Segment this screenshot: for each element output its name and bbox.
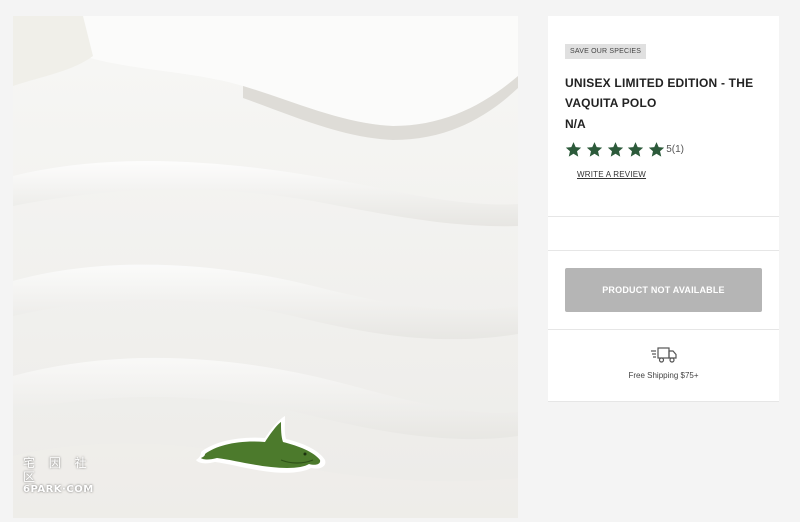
- star-icon: [649, 142, 665, 157]
- write-review-link[interactable]: WRITE A REVIEW: [577, 170, 646, 179]
- rating-stars: [565, 141, 666, 158]
- product-title-line-1: UNISEX LIMITED EDITION - THE: [565, 76, 754, 90]
- vaquita-logo-icon: [196, 416, 326, 473]
- watermark-chinese: 宅 因 社 区: [23, 456, 92, 484]
- product-price: N/A: [565, 117, 586, 131]
- watermark-domain: 6PARK·COM: [23, 484, 94, 495]
- product-not-available-button[interactable]: PRODUCT NOT AVAILABLE: [565, 268, 762, 312]
- product-details-panel: SAVE OUR SPECIES UNISEX LIMITED EDITION …: [548, 16, 779, 402]
- star-icon: [628, 142, 644, 157]
- rating-count: 5(1): [666, 144, 684, 155]
- watermark: 宅 因 社 区 6PARK·COM: [23, 456, 93, 496]
- star-icon: [586, 142, 602, 157]
- product-rating[interactable]: 5(1): [565, 141, 763, 158]
- product-title-line-2: VAQUITA POLO: [565, 96, 657, 110]
- product-image[interactable]: 宅 因 社 区 6PARK·COM: [13, 16, 518, 518]
- species-tag: SAVE OUR SPECIES: [565, 44, 647, 59]
- product-info-card: SAVE OUR SPECIES UNISEX LIMITED EDITION …: [548, 16, 779, 216]
- star-icon: [607, 142, 623, 157]
- purchase-section: PRODUCT NOT AVAILABLE: [548, 251, 779, 329]
- star-icon: [565, 142, 582, 157]
- product-title: UNISEX LIMITED EDITION - THE VAQUITA POL…: [565, 73, 763, 113]
- free-shipping-text: Free Shipping $75+: [628, 371, 699, 380]
- options-section: [548, 217, 779, 250]
- shipping-info: Free Shipping $75+: [548, 330, 779, 401]
- truck-icon: [650, 347, 677, 363]
- divider: [548, 401, 779, 402]
